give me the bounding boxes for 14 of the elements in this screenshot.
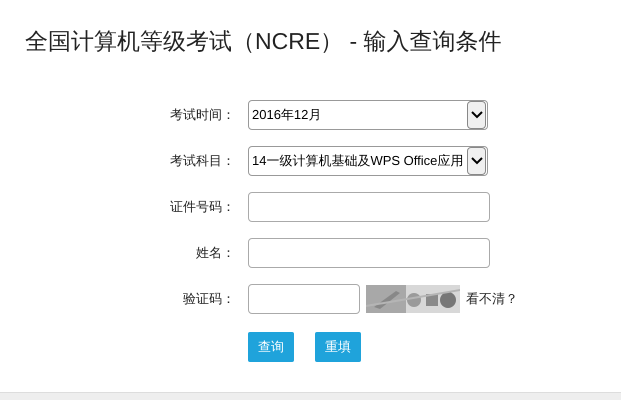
dropdown[interactable]: 14一级计算机基础及WPS Office应用 xyxy=(248,146,488,176)
field-label: 姓名： xyxy=(195,244,236,262)
field-label: 考试科目： xyxy=(169,152,236,170)
field-label: 验证码： xyxy=(182,290,236,308)
dropdown-value: 2016年12月 xyxy=(252,106,322,124)
input-field[interactable] xyxy=(248,238,490,268)
dropdown-value: 14一级计算机基础及WPS Office应用 xyxy=(252,152,464,170)
field-label: 证件号码： xyxy=(169,198,236,216)
captcha-field[interactable] xyxy=(248,284,360,314)
input-field[interactable] xyxy=(248,192,490,222)
dropdown[interactable]: 2016年12月 xyxy=(248,100,488,130)
field-label: 考试时间： xyxy=(169,106,236,124)
refresh-captcha-link[interactable]: 看不清？ xyxy=(466,289,518,309)
page-title: 全国计算机等级考试（NCRE） - 输入查询条件 xyxy=(25,27,502,56)
